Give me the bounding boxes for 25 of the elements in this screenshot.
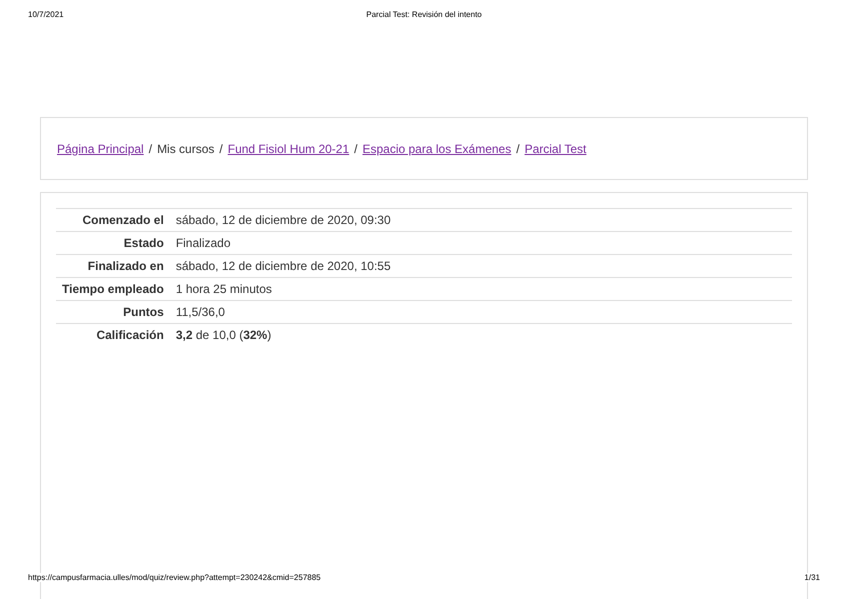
breadcrumb-text: Mis cursos	[157, 142, 214, 156]
summary-label: Puntos	[56, 300, 170, 324]
print-url: https://campusfarmacia.ulles/mod/quiz/review.php?attempt=230242&cmid=257885	[28, 573, 321, 582]
summary-label: Calificación	[56, 324, 170, 346]
summary-label: Tiempo empleado	[56, 278, 170, 300]
breadcrumb-link[interactable]: Página Principal	[57, 142, 144, 156]
breadcrumb-separator: /	[219, 142, 223, 156]
summary-value: 1 hora 25 minutos	[170, 278, 792, 300]
breadcrumb-separator: /	[148, 142, 152, 156]
breadcrumb-link[interactable]: Espacio para los Exámenes	[362, 142, 512, 156]
summary-label: Comenzado el	[56, 208, 170, 232]
breadcrumb-link[interactable]: Fund Fisiol Hum 20-21	[228, 142, 350, 156]
page-number: 1/31	[804, 573, 820, 582]
summary-label: Finalizado en	[56, 254, 170, 278]
summary-value: sábado, 12 de diciembre de 2020, 10:55	[170, 254, 792, 278]
breadcrumb-separator: /	[516, 142, 520, 156]
breadcrumb-link[interactable]: Parcial Test	[524, 142, 586, 156]
breadcrumb-separator: /	[354, 142, 358, 156]
print-date: 10/7/2021	[28, 10, 64, 18]
summary-value: 11,5/36,0	[170, 300, 792, 324]
summary-label: Estado	[56, 232, 170, 254]
summary-value: sábado, 12 de diciembre de 2020, 09:30	[170, 208, 792, 232]
summary-value: 3,2 de 10,0 (32%)	[170, 324, 792, 346]
print-title: Parcial Test: Revisión del intento	[366, 10, 482, 19]
summary-value: Finalizado	[170, 232, 792, 254]
